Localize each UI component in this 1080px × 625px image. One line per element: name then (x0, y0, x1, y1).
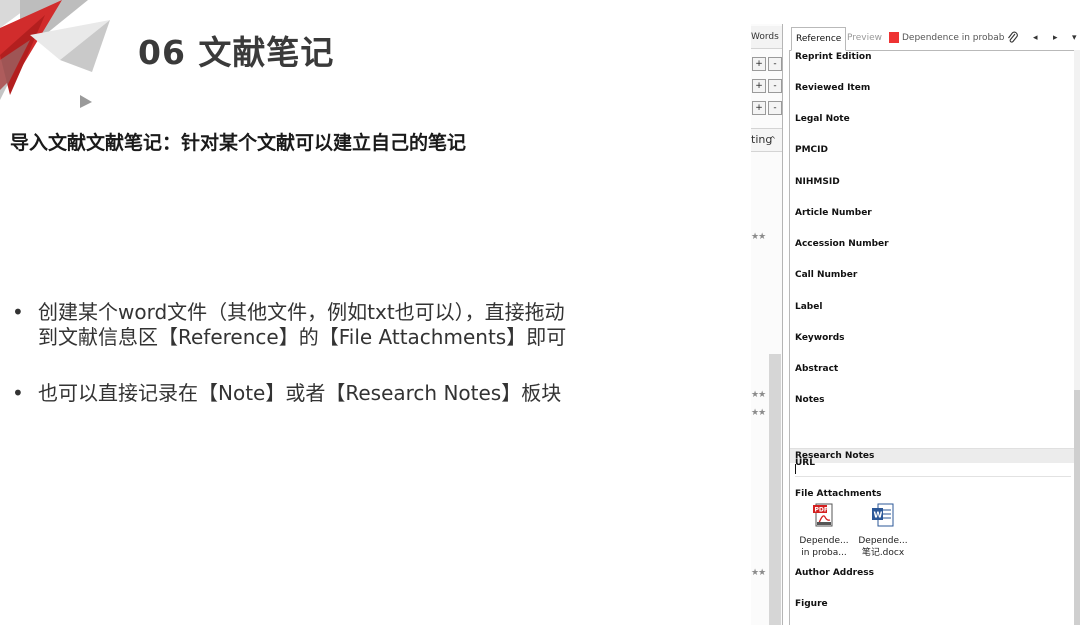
bullet-item: • 创建某个word文件（其他文件，例如txt也可以），直接拖动 到文献信息区【… (10, 300, 700, 350)
field-pmcid[interactable]: PMCID (795, 145, 828, 155)
attachment-pdf[interactable]: PDF Depende... in proba... (794, 503, 854, 559)
attachment-word[interactable]: W Depende... 笔记.docx (853, 503, 913, 559)
tab-pdf-label: Dependence in probab (902, 33, 1005, 43)
library-scrollbar[interactable] (769, 354, 781, 625)
rating-stars[interactable]: ★★ (751, 390, 766, 400)
next-tab-icon[interactable]: ▸ (1053, 27, 1058, 49)
field-call-number[interactable]: Call Number (795, 270, 857, 280)
rating-column-header[interactable]: ting ^ (751, 128, 782, 152)
research-notes-input[interactable] (795, 462, 1071, 477)
bullet-list: • 创建某个word文件（其他文件，例如txt也可以），直接拖动 到文献信息区【… (10, 300, 700, 437)
expand-button[interactable]: + (752, 101, 766, 115)
tab-preview[interactable]: Preview (843, 27, 886, 49)
collapse-button[interactable]: - (768, 101, 782, 115)
bullet-text-line: 创建某个word文件（其他文件，例如txt也可以），直接拖动 (38, 300, 565, 324)
field-legal-note[interactable]: Legal Note (795, 114, 850, 124)
fields-scrollbar-thumb[interactable] (1074, 390, 1080, 625)
field-label[interactable]: Label (795, 302, 822, 312)
field-accession-number[interactable]: Accession Number (795, 239, 889, 249)
attachment-name-line: Depende... (799, 536, 849, 546)
attachment-name-line: Depende... (858, 536, 908, 546)
fields-scrollbar[interactable] (1074, 50, 1080, 625)
logo-graphic (0, 0, 110, 108)
expand-button[interactable]: + (752, 57, 766, 71)
field-reviewed-item[interactable]: Reviewed Item (795, 83, 870, 93)
field-nihmsid[interactable]: NIHMSID (795, 177, 840, 187)
rating-stars[interactable]: ★★ (751, 408, 766, 418)
field-author-address[interactable]: Author Address (795, 568, 874, 578)
collapse-button[interactable]: - (768, 57, 782, 71)
bullet-marker: • (12, 381, 24, 405)
bullet-text-line: 也可以直接记录在【Note】或者【Research Notes】板块 (38, 381, 562, 405)
pdf-icon (889, 32, 899, 43)
reference-fields: Reprint Edition Reviewed Item Legal Note… (789, 50, 1075, 625)
expand-button[interactable]: + (752, 79, 766, 93)
rating-stars[interactable]: ★★ (751, 232, 766, 242)
tab-reference[interactable]: Reference (791, 27, 847, 51)
slide-subtitle: 导入文献文献笔记：针对某个文献可以建立自己的笔记 (10, 132, 467, 154)
svg-text:PDF: PDF (815, 507, 828, 514)
field-research-notes[interactable]: Research Notes (790, 448, 1075, 463)
tab-pdf[interactable]: Dependence in probab (885, 27, 1008, 49)
sort-ascending-icon: ^ (769, 135, 776, 144)
attachment-name-line: 笔记.docx (861, 548, 905, 558)
endnote-screenshot: Words + - + - + - ting ^ ★★ ★★ ★★ ★★ Ref… (751, 24, 1080, 625)
field-article-number[interactable]: Article Number (795, 208, 872, 218)
rating-stars[interactable]: ★★ (751, 568, 766, 578)
field-figure[interactable]: Figure (795, 599, 828, 609)
slide-title: 06 文献笔记 (138, 33, 335, 72)
field-notes[interactable]: Notes (795, 395, 824, 405)
attachment-name-line: in proba... (801, 548, 847, 558)
paperclip-icon[interactable] (1007, 31, 1019, 45)
field-abstract[interactable]: Abstract (795, 364, 838, 374)
library-pane: Words + - + - + - ting ^ ★★ ★★ ★★ ★★ (751, 24, 783, 625)
field-reprint-edition[interactable]: Reprint Edition (795, 52, 872, 62)
svg-text:W: W (874, 511, 883, 520)
bullet-item: • 也可以直接记录在【Note】或者【Research Notes】板块 (10, 381, 700, 406)
reference-tab-bar: Reference Preview Dependence in probab ◂… (789, 24, 1080, 51)
collapse-button[interactable]: - (768, 79, 782, 93)
bullet-marker: • (12, 300, 24, 324)
tab-menu-icon[interactable]: ▾ (1072, 27, 1077, 49)
word-file-icon: W (872, 503, 894, 527)
column-header-words[interactable]: Words (751, 26, 782, 49)
field-url[interactable]: URL (795, 458, 815, 468)
prev-tab-icon[interactable]: ◂ (1033, 27, 1038, 49)
pdf-file-icon: PDF (813, 503, 833, 527)
bullet-text-line: 到文献信息区【Reference】的【File Attachments】即可 (38, 325, 567, 349)
field-file-attachments[interactable]: File Attachments (795, 489, 882, 499)
field-keywords[interactable]: Keywords (795, 333, 845, 343)
